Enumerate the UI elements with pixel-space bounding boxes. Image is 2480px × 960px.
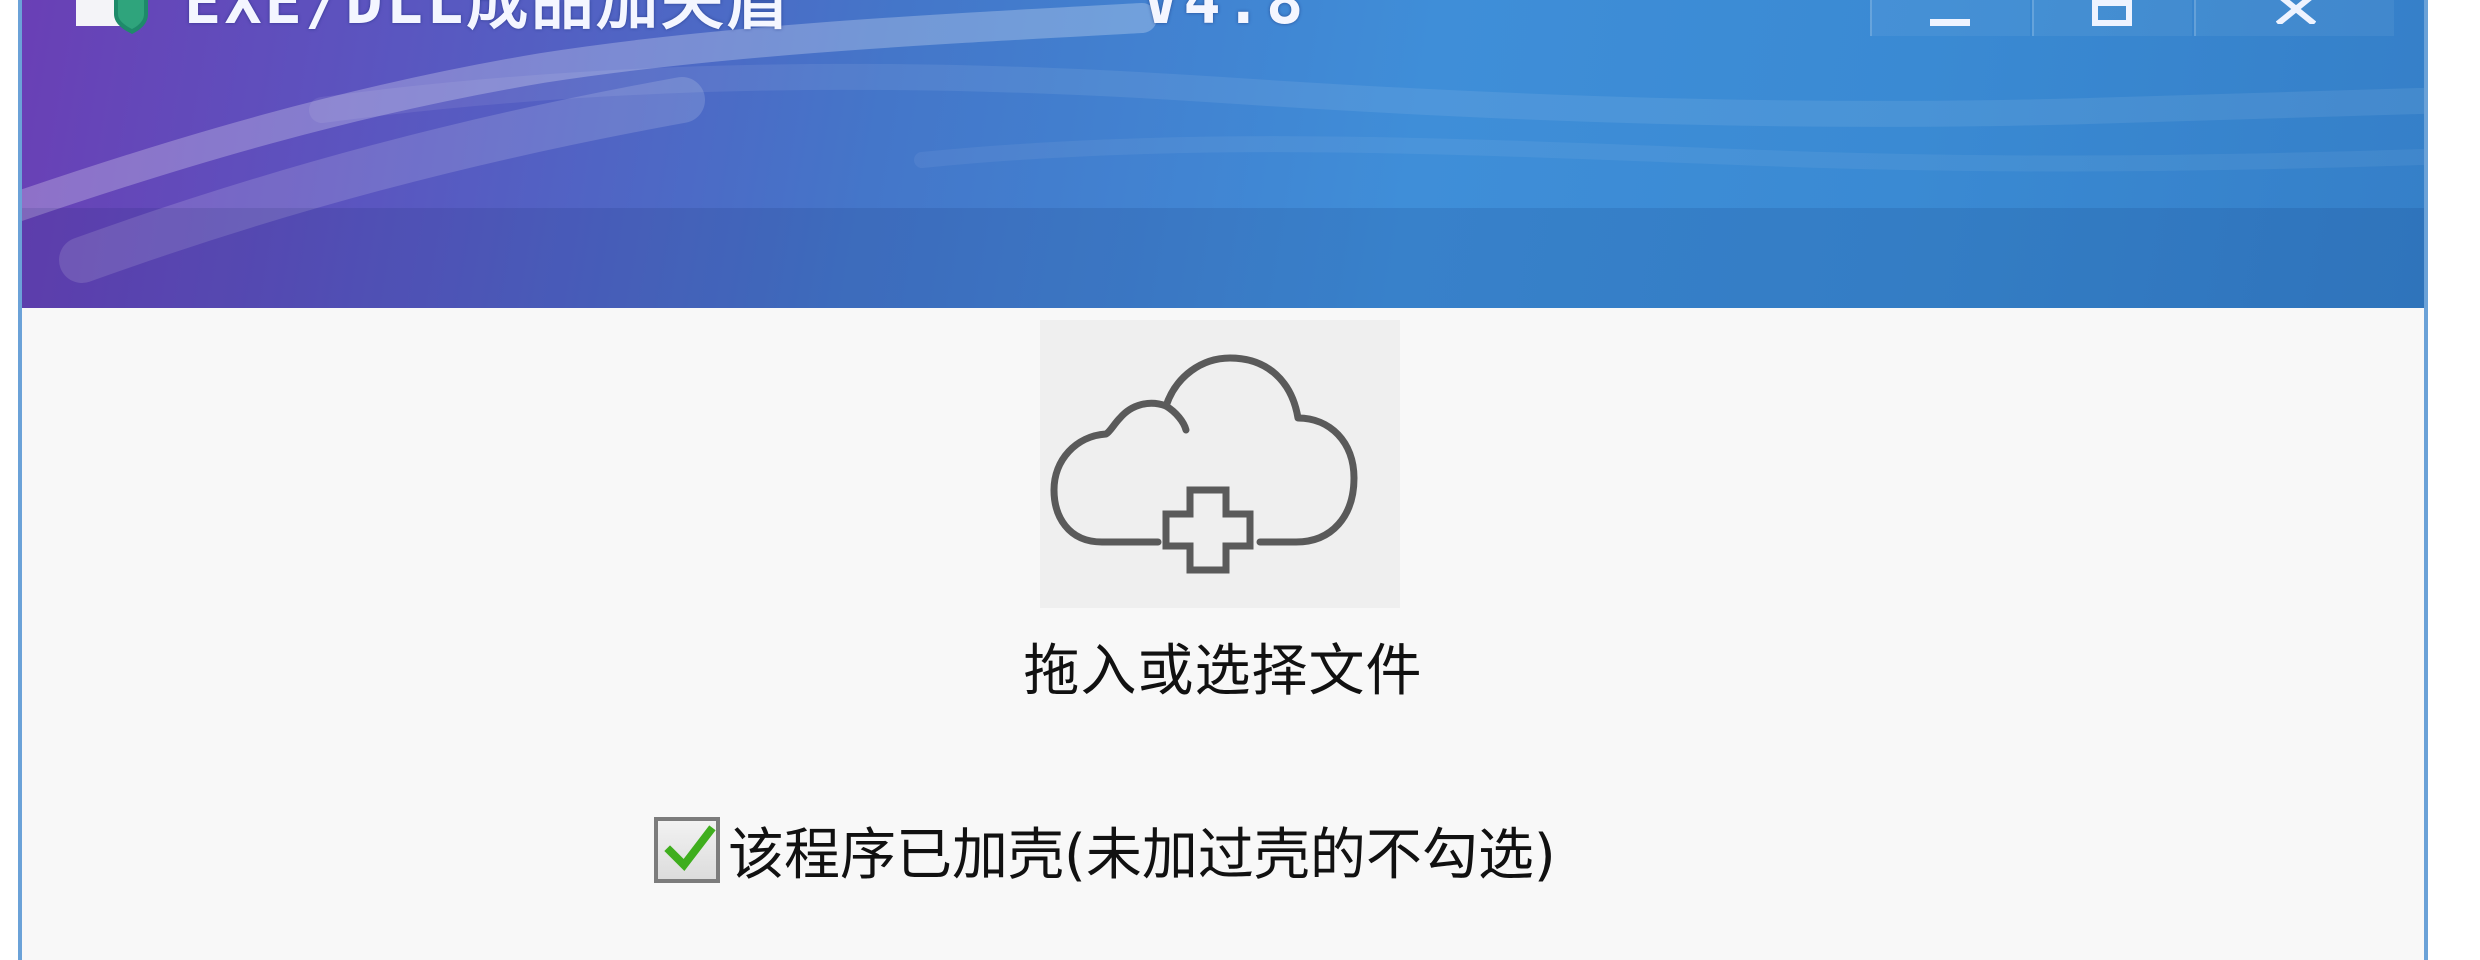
packed-option[interactable]: 该程序已加壳(未加过壳的不勾选) [654,808,1556,892]
close-button[interactable] [2194,0,2394,36]
upload-label[interactable]: 拖入或选择文件 [22,626,2424,707]
app-shield-icon [76,0,148,34]
packed-checkbox-label: 该程序已加壳(未加过壳的不勾选) [728,822,1556,888]
viewport: EXE/DLL成品加夫盾 V4.8 拖入或选择文件 该程序已加壳(未加过壳的不勾… [0,0,2480,960]
cloud-plus-icon [1050,354,1358,574]
maximize-icon [2092,0,2132,26]
main-panel: 拖入或选择文件 该程序已加壳(未加过壳的不勾选) [22,308,2424,960]
title-bar-background [22,3,2424,308]
minimize-icon [1930,0,1970,26]
maximize-button[interactable] [2032,0,2192,36]
checkmark-icon [664,825,716,872]
close-icon [2276,0,2316,24]
upload-drop-zone[interactable] [1040,320,1400,608]
version-label: V4.8 [1142,0,1308,38]
packed-checkbox[interactable] [654,817,720,883]
window-title: EXE/DLL成品加夫盾 [184,0,792,38]
app-window: EXE/DLL成品加夫盾 V4.8 拖入或选择文件 该程序已加壳(未加过壳的不勾… [18,0,2428,960]
minimize-button[interactable] [1870,0,2030,36]
title-bar[interactable]: EXE/DLL成品加夫盾 V4.8 [22,0,2424,308]
